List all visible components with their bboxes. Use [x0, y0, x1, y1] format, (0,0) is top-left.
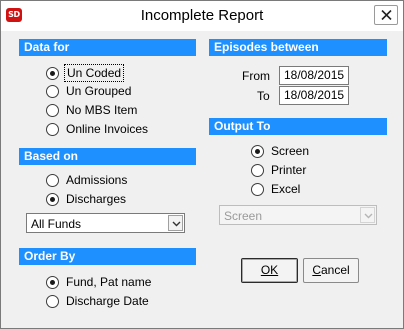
radio-excel[interactable]: Excel [251, 181, 300, 197]
radio-label: Printer [271, 163, 307, 177]
fund-select-dropdown-button[interactable] [168, 215, 183, 231]
radio-label: Screen [271, 144, 310, 158]
radio-indicator [46, 192, 59, 206]
radio-admissions[interactable]: Admissions [46, 172, 127, 188]
radio-label: Admissions [66, 173, 128, 187]
order-by-header: Order By [19, 248, 196, 265]
radio-indicator [46, 66, 59, 80]
radio-label: No MBS Item [66, 103, 138, 117]
radio-label: Un Coded [63, 64, 125, 82]
ok-button[interactable]: OK [241, 258, 298, 283]
output-to-header: Output To [209, 118, 387, 135]
close-icon [381, 10, 392, 20]
radio-indicator [46, 103, 59, 117]
cancel-button-label: ancel [320, 263, 350, 277]
radio-label: Discharge Date [66, 294, 149, 308]
close-button[interactable] [374, 5, 398, 25]
radio-indicator [251, 182, 264, 196]
radio-indicator [46, 84, 59, 98]
radio-discharges[interactable]: Discharges [46, 191, 126, 207]
chevron-down-icon [172, 221, 181, 227]
radio-indicator [46, 294, 59, 308]
radio-un-coded[interactable]: Un Coded [46, 64, 125, 82]
radio-indicator [251, 144, 264, 158]
data-for-header: Data for [19, 39, 196, 56]
radio-discharge-date[interactable]: Discharge Date [46, 293, 149, 309]
fund-select[interactable]: All Funds [26, 213, 185, 233]
screen-select: Screen [219, 205, 377, 225]
radio-no-mbs-item[interactable]: No MBS Item [46, 102, 137, 118]
episodes-between-header: Episodes between [209, 39, 387, 56]
from-label: From [242, 69, 270, 83]
cancel-button[interactable]: Cancel [303, 258, 359, 283]
window-title: Incomplete Report [140, 7, 264, 24]
radio-label: Discharges [66, 192, 127, 206]
to-label: To [257, 89, 270, 103]
cancel-hotkey: C [312, 263, 321, 277]
radio-indicator [46, 275, 59, 289]
radio-online-invoices[interactable]: Online Invoices [46, 121, 148, 137]
radio-printer[interactable]: Printer [251, 162, 306, 178]
ok-button-label: OK [260, 263, 279, 277]
radio-screen[interactable]: Screen [251, 143, 309, 159]
to-date-input[interactable]: 18/08/2015 [279, 86, 349, 105]
radio-un-grouped[interactable]: Un Grouped [46, 83, 131, 99]
radio-indicator [251, 163, 264, 177]
radio-label: Fund, Pat name [66, 275, 152, 289]
title-bar: SD Incomplete Report [1, 1, 403, 31]
radio-fund-pat-name[interactable]: Fund, Pat name [46, 274, 151, 290]
radio-label: Excel [271, 182, 301, 196]
radio-label: Online Invoices [66, 122, 149, 136]
based-on-header: Based on [19, 148, 196, 165]
screen-select-value: Screen [224, 209, 263, 223]
chevron-down-icon [364, 213, 373, 219]
fund-select-value: All Funds [31, 217, 82, 231]
radio-indicator [46, 173, 59, 187]
radio-label: Un Grouped [66, 84, 132, 98]
from-date-input[interactable]: 18/08/2015 [279, 66, 349, 85]
screen-select-dropdown-button [360, 207, 375, 223]
radio-indicator [46, 122, 59, 136]
incomplete-report-dialog: SD Incomplete Report Data for Un Coded U… [0, 0, 404, 329]
